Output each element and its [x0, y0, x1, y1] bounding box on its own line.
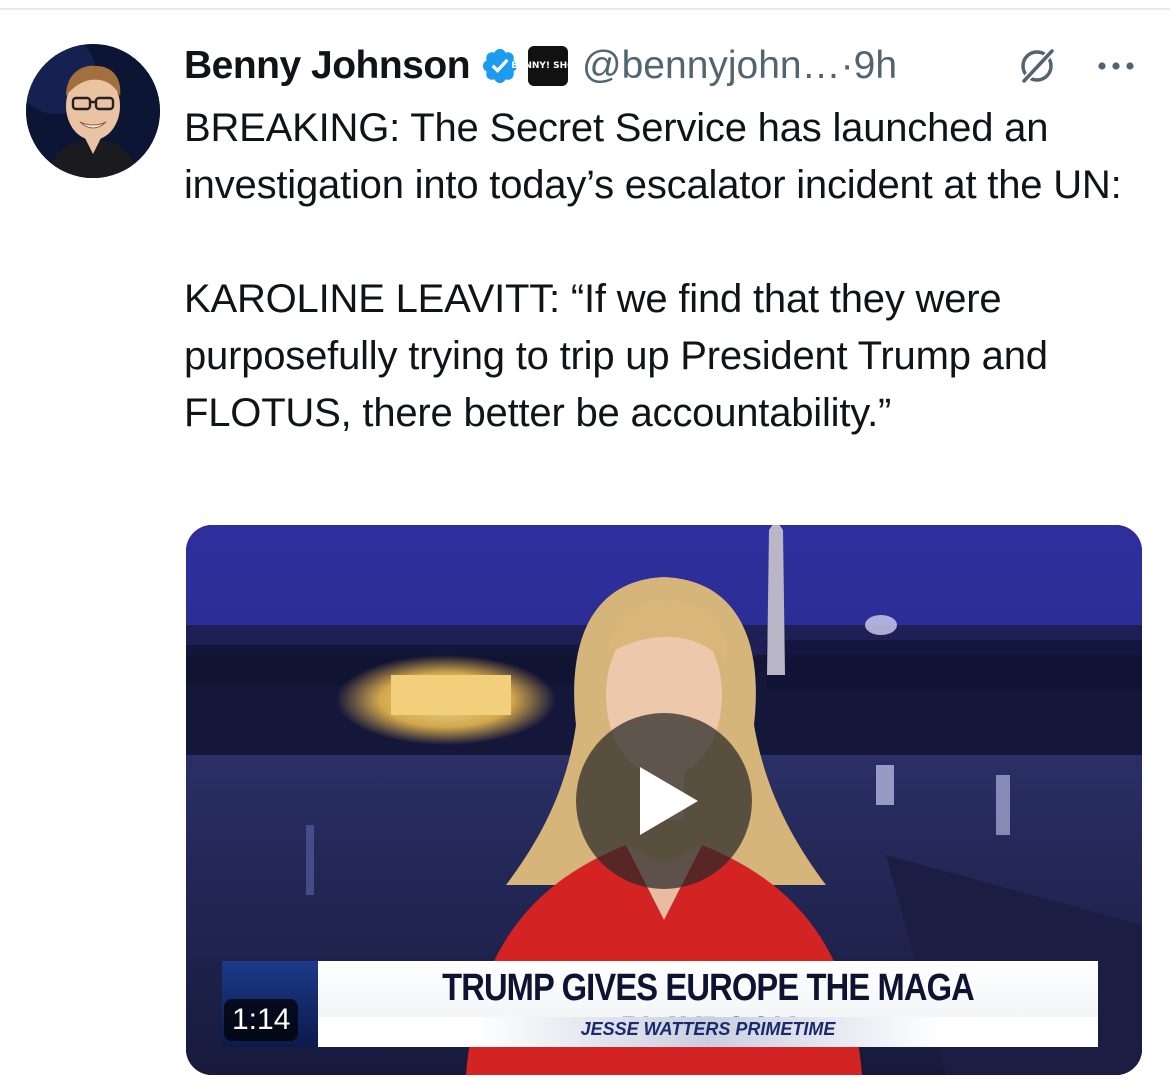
author-display-name[interactable]: Benny Johnson: [184, 44, 471, 88]
grok-icon[interactable]: [1015, 44, 1059, 88]
time-separator: ·: [840, 44, 854, 87]
author-handle[interactable]: @bennyjohn…: [582, 44, 841, 88]
video-duration: 1:14: [224, 999, 299, 1041]
news-chyron: TRUMP GIVES EUROPE THE MAGA PLAYBOOK JES…: [318, 961, 1098, 1052]
affiliate-badge-text: BENNY! SHOW: [511, 60, 585, 71]
avatar[interactable]: [26, 44, 160, 178]
affiliate-badge[interactable]: BENNY! SHOW: [511, 46, 585, 86]
more-options-icon[interactable]: [1092, 46, 1140, 86]
play-button[interactable]: [576, 713, 752, 889]
play-icon: [640, 767, 698, 835]
tweet-header: Benny Johnson BENNY! SHOW @bennyjohn… · …: [184, 40, 897, 92]
chyron-show-name: JESSE WATTERS PRIMETIME: [580, 1019, 836, 1039]
tweet-timestamp[interactable]: 9h: [854, 44, 897, 88]
tweet-card[interactable]: Benny Johnson BENNY! SHOW @bennyjohn… · …: [0, 0, 1170, 1081]
video-player[interactable]: TRUMP GIVES EUROPE THE MAGA PLAYBOOK JES…: [186, 525, 1142, 1075]
tweet-text: BREAKING: The Secret Service has launche…: [184, 106, 1122, 435]
